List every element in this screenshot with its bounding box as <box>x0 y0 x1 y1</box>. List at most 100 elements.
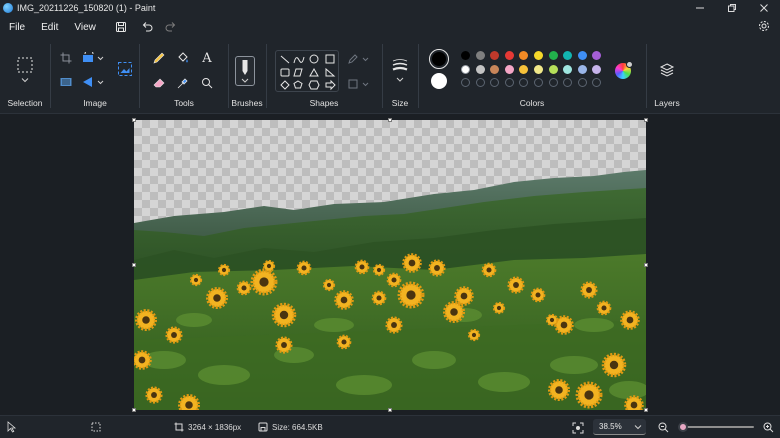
palette-color-swatch[interactable] <box>548 51 558 60</box>
fit-to-window-button[interactable] <box>571 421 584 434</box>
palette-color-swatch[interactable] <box>504 64 514 74</box>
zoom-slider[interactable] <box>680 426 754 428</box>
sunflower-center <box>340 296 348 304</box>
restore-button[interactable] <box>716 0 748 16</box>
zoom-out-button[interactable] <box>657 421 669 433</box>
shapes-gallery[interactable] <box>275 50 339 92</box>
select-rectangle-icon <box>17 57 33 73</box>
resize-handle-bottom[interactable] <box>388 408 392 412</box>
palette-color-swatch[interactable] <box>475 64 485 74</box>
resize-handle-top-left[interactable] <box>132 118 136 122</box>
zoom-level-dropdown[interactable]: 38.5% <box>593 419 646 435</box>
palette-color-swatch[interactable] <box>490 64 500 74</box>
palette-color-swatch[interactable] <box>475 51 485 60</box>
fill-tool-button[interactable] <box>175 50 191 66</box>
canvas-size-indicator <box>173 421 185 433</box>
menu-edit[interactable]: Edit <box>33 22 66 33</box>
sunflower-center <box>171 332 177 338</box>
primary-color-button[interactable] <box>429 49 449 69</box>
cursor-icon <box>7 421 17 433</box>
custom-color-slot[interactable] <box>504 78 514 87</box>
selection-dropdown[interactable] <box>19 76 31 84</box>
menu-file[interactable]: File <box>1 22 33 33</box>
sunflower-center <box>609 360 619 370</box>
selection-group: Selection <box>0 38 50 114</box>
menu-view[interactable]: View <box>66 22 104 33</box>
sunflower-center <box>301 265 307 271</box>
rotate-button[interactable] <box>81 50 105 66</box>
resize-handle-bottom-left[interactable] <box>132 408 136 412</box>
crop-button[interactable] <box>58 50 74 66</box>
palette-color-swatch[interactable] <box>577 64 587 74</box>
magnifier-button[interactable] <box>199 75 215 91</box>
palette-color-swatch[interactable] <box>519 51 529 60</box>
window-controls <box>684 0 780 16</box>
sunflower-center <box>584 390 594 400</box>
palette-color-swatch[interactable] <box>519 64 529 74</box>
settings-button[interactable] <box>756 18 772 34</box>
close-icon <box>760 4 768 12</box>
palette-color-swatch[interactable] <box>534 51 543 60</box>
pencil-tool-button[interactable] <box>151 50 167 66</box>
resize-handle-top[interactable] <box>388 118 392 122</box>
shape-fill-button[interactable] <box>347 77 371 91</box>
custom-color-slot[interactable] <box>577 78 587 87</box>
resize-handle-top-right[interactable] <box>644 118 648 122</box>
sunflower-center <box>241 285 247 291</box>
secondary-color-button[interactable] <box>431 73 447 89</box>
layers-group: Layers <box>647 38 687 114</box>
text-tool-button[interactable]: A <box>199 50 215 66</box>
paint-bucket-icon <box>178 52 188 63</box>
custom-color-slot[interactable] <box>592 78 602 87</box>
palette-color-swatch[interactable] <box>461 64 470 74</box>
sunflower-center <box>391 277 397 283</box>
palette-color-swatch[interactable] <box>490 51 500 60</box>
palette-color-swatch[interactable] <box>577 51 587 60</box>
resize-handle-left[interactable] <box>132 263 136 267</box>
color-picker-button[interactable] <box>175 75 191 91</box>
size-button[interactable] <box>390 56 410 86</box>
zoom-slider-thumb[interactable] <box>678 422 688 432</box>
custom-color-slot[interactable] <box>490 78 500 87</box>
size-group: Size <box>383 38 417 114</box>
custom-color-slot[interactable] <box>548 78 558 87</box>
minimize-button[interactable] <box>684 0 716 16</box>
palette-color-swatch[interactable] <box>461 51 470 60</box>
palette-color-swatch[interactable] <box>548 64 558 74</box>
flip-button[interactable] <box>81 74 105 90</box>
palette-color-swatch[interactable] <box>563 64 573 74</box>
custom-color-slot[interactable] <box>461 78 470 87</box>
eraser-tool-button[interactable] <box>151 75 167 91</box>
palette-color-swatch[interactable] <box>504 51 514 60</box>
resize-handle-right[interactable] <box>644 263 648 267</box>
palette-color-swatch[interactable] <box>592 51 602 60</box>
window-title: IMG_20211226_150820 (1) - Paint <box>17 3 156 13</box>
resize-handle-bottom-right[interactable] <box>644 408 648 412</box>
selection-size-icon <box>91 422 101 432</box>
custom-color-slot[interactable] <box>475 78 485 87</box>
custom-color-slot[interactable] <box>534 78 543 87</box>
brushes-button[interactable] <box>235 56 255 86</box>
shape-outline-button[interactable] <box>347 52 371 66</box>
custom-color-slot[interactable] <box>563 78 573 87</box>
image-from-camera-button[interactable] <box>116 60 134 78</box>
flip-icon <box>83 77 104 87</box>
edit-colors-button[interactable] <box>615 61 633 79</box>
redo-button[interactable] <box>160 18 182 36</box>
custom-color-slot[interactable] <box>519 78 529 87</box>
canvas-workspace[interactable] <box>0 115 780 415</box>
palette-color-swatch[interactable] <box>534 64 543 74</box>
zoom-in-button[interactable] <box>762 421 774 433</box>
resize-button[interactable] <box>58 74 74 90</box>
undo-button[interactable] <box>136 18 158 36</box>
palette-color-swatch[interactable] <box>592 64 602 74</box>
save-icon <box>115 22 126 32</box>
image-canvas[interactable] <box>134 120 646 410</box>
ribbon-toolbar: Selection Image A Tools Brushes Shapes S… <box>0 38 780 114</box>
layers-button[interactable] <box>657 60 677 80</box>
close-button[interactable] <box>748 0 780 16</box>
palette-color-swatch[interactable] <box>563 51 573 60</box>
pencil-icon <box>153 52 165 64</box>
selection-tool-button[interactable] <box>14 54 36 76</box>
save-button[interactable] <box>110 18 132 36</box>
